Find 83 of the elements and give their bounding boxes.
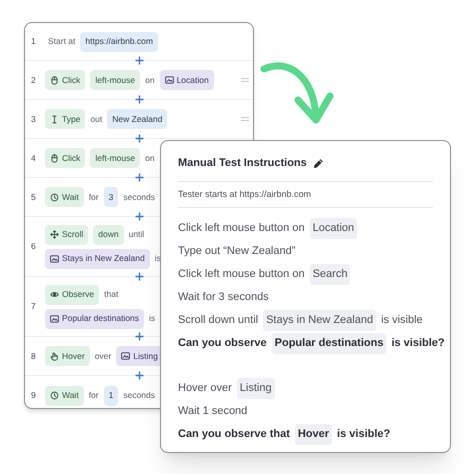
step-number: 5 xyxy=(30,190,37,204)
step-text: for xyxy=(88,389,99,402)
element-chip: Listing xyxy=(116,346,163,366)
step-text: seconds xyxy=(123,190,156,204)
hand-icon xyxy=(50,352,59,360)
element-tag: Stays in New Zealand xyxy=(263,310,376,331)
image-icon xyxy=(164,76,174,84)
instruction-text: Type out “New Zealand” xyxy=(178,244,296,260)
step-text: out xyxy=(90,112,102,126)
add-step-icon[interactable] xyxy=(135,173,144,182)
image-icon xyxy=(50,254,59,262)
element-tag: Listing xyxy=(236,378,275,399)
step-text: seconds xyxy=(123,389,156,402)
element-chip: Stays in New Zealand xyxy=(45,248,150,268)
action-chip: Type xyxy=(45,109,86,129)
step-number: 8 xyxy=(30,350,37,362)
element-chip: Location xyxy=(160,70,214,90)
mouse-icon xyxy=(50,76,59,84)
step-number: 3 xyxy=(30,112,37,126)
option-chip: down xyxy=(93,224,124,244)
action-chip: Click xyxy=(45,70,86,90)
instruction-text: Scroll down until xyxy=(178,313,258,328)
instruction-text: is visible? xyxy=(391,336,445,352)
step-number: 2 xyxy=(30,74,37,86)
step-number: 1 xyxy=(30,35,37,48)
add-step-icon[interactable] xyxy=(135,272,144,281)
value-chip: 3 xyxy=(104,187,118,207)
drag-handle[interactable] xyxy=(241,78,249,82)
instruction-text: Wait 1 second xyxy=(178,404,248,420)
text-cursor-icon xyxy=(50,114,59,124)
step-number: 9 xyxy=(30,389,37,402)
clock-icon xyxy=(50,192,59,202)
drag-handle[interactable] xyxy=(241,117,249,121)
step-number: 7 xyxy=(30,300,37,313)
action-chip: Click xyxy=(45,148,86,168)
value-chip: https://airbnb.com xyxy=(80,32,158,52)
instruction-text: Can you observe that xyxy=(178,427,290,442)
instruction-text: Click left mouse button on xyxy=(178,221,305,236)
add-step-icon[interactable] xyxy=(135,371,144,380)
instruction-text: Can you observe xyxy=(178,336,267,352)
option-chip: left-mouse xyxy=(90,70,140,90)
add-step-icon[interactable] xyxy=(135,212,144,221)
step-text: for xyxy=(88,190,99,204)
element-tag: Search xyxy=(310,264,350,285)
image-icon xyxy=(50,314,59,322)
element-tag: Popular destinations xyxy=(272,333,386,354)
step-text: that xyxy=(104,288,118,301)
step-text: over xyxy=(94,350,112,362)
element-tag: Location xyxy=(310,218,358,239)
add-step-icon[interactable] xyxy=(135,332,144,341)
instruction-text: is visible? xyxy=(337,427,390,442)
step-text: on xyxy=(145,74,155,86)
start-url-text: Tester starts at https://airbnb.com xyxy=(178,182,433,208)
add-step-icon[interactable] xyxy=(135,56,144,65)
value-chip: 1 xyxy=(104,386,118,406)
instruction-text: is visible xyxy=(381,313,423,328)
step-number: 4 xyxy=(30,152,37,164)
instruction-text: Hover over xyxy=(178,381,232,396)
step-number: 6 xyxy=(30,240,37,253)
step-text: Start at xyxy=(48,35,76,48)
step-text: until xyxy=(128,228,144,241)
step-text: is xyxy=(149,312,156,325)
add-step-icon[interactable] xyxy=(135,134,144,143)
value-chip: New Zealand xyxy=(107,109,168,129)
move-arrows-icon xyxy=(50,230,59,239)
pencil-icon[interactable] xyxy=(312,158,324,169)
action-chip: Wait xyxy=(45,386,84,406)
instruction-text: Click left mouse button on xyxy=(178,267,305,282)
instruction-text: Wait for 3 seconds xyxy=(178,290,269,306)
clock-icon xyxy=(50,391,59,400)
mouse-icon xyxy=(50,154,59,162)
element-tag: Hover xyxy=(294,424,332,445)
step-text: on xyxy=(145,152,155,164)
action-chip: Hover xyxy=(45,346,90,366)
option-chip: left-mouse xyxy=(90,148,140,168)
element-chip: Popular destinations xyxy=(45,308,144,328)
image-icon xyxy=(121,352,130,360)
eye-icon xyxy=(50,290,59,299)
action-chip: Observe xyxy=(45,284,100,304)
action-chip: Wait xyxy=(45,187,84,207)
add-step-icon[interactable] xyxy=(135,95,144,104)
action-chip: Scroll xyxy=(45,224,88,244)
card-title: Manual Test Instructions xyxy=(178,156,307,171)
